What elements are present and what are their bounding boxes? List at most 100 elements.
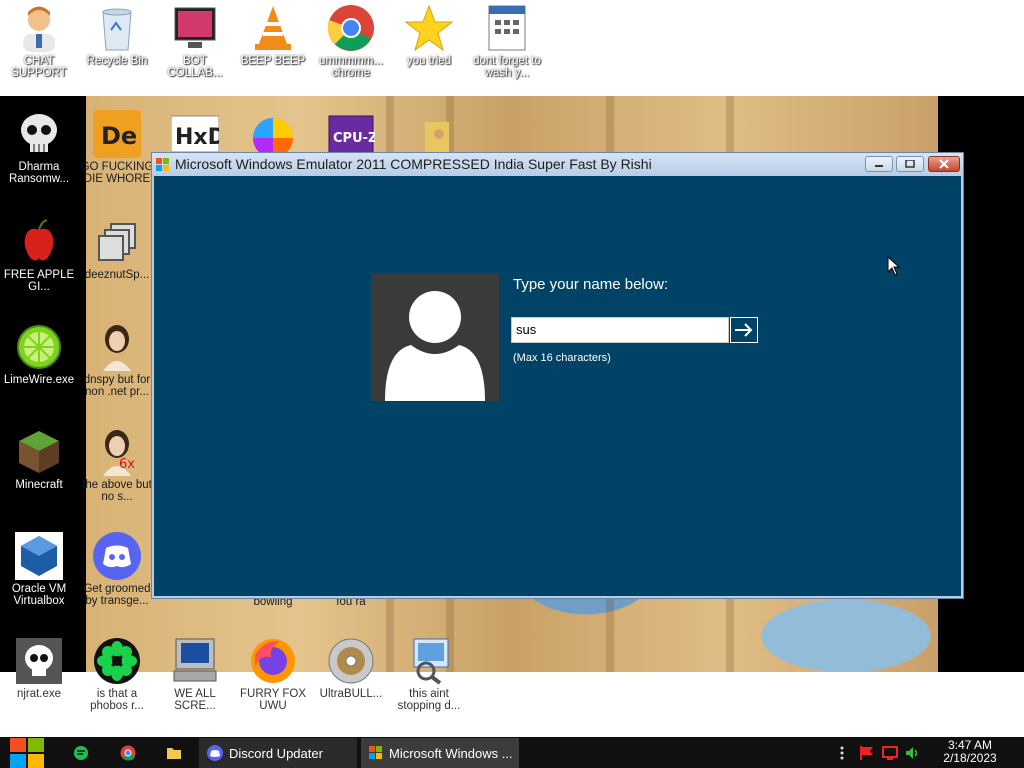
desktop-icon-chrome[interactable]: ummmmm... chrome	[312, 4, 390, 79]
desktop-icon-deeznut[interactable]: deeznutSp...	[78, 218, 156, 281]
app-window-icon	[369, 746, 382, 759]
desktop-icon-beep-beep[interactable]: BEEP BEEP	[234, 4, 312, 67]
desktop-icon-limewire[interactable]: LimeWire.exe	[0, 323, 78, 386]
desktop-icon-recycle-bin[interactable]: Recycle Bin	[78, 4, 156, 67]
desktop-icon-above[interactable]: 6x the above but no s...	[78, 428, 156, 503]
overflow-menu[interactable]	[836, 737, 848, 768]
green-chat-icon	[74, 745, 88, 760]
portrait-icon: 6x	[93, 428, 141, 476]
desktop-icon-discord[interactable]: Get groomed by transge...	[78, 532, 156, 607]
close-button[interactable]	[928, 156, 960, 172]
desktop-icon-free-apple[interactable]: FREE APPLE GI...	[0, 218, 78, 293]
minimize-icon	[875, 165, 883, 167]
desktop-icon-this-aint-stopping[interactable]: this aint stopping d...	[390, 637, 468, 712]
star-icon	[405, 4, 453, 52]
close-icon	[939, 159, 949, 169]
desktop-icon-njrat[interactable]: njrat.exe	[0, 637, 78, 700]
name-prompt: Type your name below:	[513, 276, 669, 293]
color-wheel-icon	[249, 110, 297, 158]
mouse-cursor-icon	[887, 255, 901, 280]
submit-button[interactable]	[730, 317, 758, 343]
icq-flower-icon	[93, 637, 141, 685]
minimize-button[interactable]	[865, 156, 893, 172]
vlc-cone-icon	[249, 4, 297, 52]
desktop-icon-cpuz[interactable]: CPU-Z	[312, 110, 390, 158]
svg-text:CPU-Z: CPU-Z	[333, 131, 375, 146]
grass-block-icon	[15, 428, 63, 476]
chrome-icon	[120, 745, 136, 761]
recycle-bin-icon	[93, 4, 141, 52]
emulator-window: Microsoft Windows Emulator 2011 COMPRESS…	[151, 152, 964, 599]
portrait-icon	[93, 323, 141, 371]
max-length-note: (Max 16 characters)	[513, 352, 611, 364]
folder-icon	[167, 747, 181, 759]
desktop-icon-folder-user[interactable]	[390, 110, 468, 158]
limewire-icon	[15, 323, 63, 371]
window-title: Microsoft Windows Emulator 2011 COMPRESS…	[175, 156, 652, 172]
desktop-icon-virtualbox[interactable]: Oracle VM Virtualbox	[0, 532, 78, 607]
svg-text:6x: 6x	[119, 457, 135, 472]
desktop-icon-dont-forget[interactable]: dont forget to wash y...	[468, 4, 546, 79]
svg-text:HxD: HxD	[175, 125, 219, 150]
de-app-icon: De	[93, 110, 141, 158]
virtualbox-icon	[15, 532, 63, 580]
user-avatar	[371, 273, 499, 401]
windows-stack-icon	[93, 218, 141, 266]
tray-flag[interactable]	[858, 737, 876, 768]
skull-icon	[15, 637, 63, 685]
name-field-container	[511, 317, 729, 343]
desktop-icon-ultrabull[interactable]: UltraBULL...	[312, 637, 390, 700]
support-person-icon	[15, 4, 63, 52]
desktop-icon-color-wheel[interactable]	[234, 110, 312, 158]
window-titlebar[interactable]: Microsoft Windows Emulator 2011 COMPRESS…	[152, 153, 963, 175]
desktop-icon-furry-fox[interactable]: FURRY FOX UWU	[234, 637, 312, 712]
taskbar-pinned-1[interactable]	[70, 737, 92, 768]
maximize-button[interactable]	[896, 156, 924, 172]
taskbar-app-emulator[interactable]: Microsoft Windows ...	[361, 738, 519, 768]
taskbar-clock[interactable]: 3:47 AM 2/18/2023	[930, 739, 1010, 765]
taskbar-app-discord-updater[interactable]: Discord Updater	[199, 738, 357, 768]
cpuz-icon: CPU-Z	[327, 110, 375, 158]
clock-date: 2/18/2023	[943, 751, 997, 765]
taskbar-explorer[interactable]	[163, 737, 185, 768]
monitor-icon	[171, 4, 219, 52]
discord-icon	[207, 745, 223, 761]
svg-text:De: De	[101, 122, 137, 150]
red-flag-icon	[860, 745, 873, 760]
windows-logo-icon	[10, 737, 44, 768]
hxd-icon: HxD	[171, 110, 219, 158]
document-icon	[483, 4, 531, 52]
app-window-icon	[156, 157, 170, 176]
start-button[interactable]	[8, 737, 46, 768]
desktop-icon-dharma[interactable]: Dharma Ransomw...	[0, 110, 78, 185]
desktop-icon-dnspy[interactable]: dnspy but for non .net pr...	[78, 323, 156, 398]
desktop-icon-phobos[interactable]: is that a phobos r...	[78, 637, 156, 712]
discord-icon	[93, 532, 141, 580]
maximize-icon	[905, 160, 915, 168]
tray-display[interactable]	[881, 737, 899, 768]
desktop-icon-minecraft[interactable]: Minecraft	[0, 428, 78, 491]
login-panel: Type your name below: (Max 16 characters…	[154, 176, 961, 596]
desktop-icon-we-all-scream[interactable]: WE ALL SCRE...	[156, 637, 234, 712]
network-computer-icon	[405, 637, 453, 685]
desktop-icon-bot-collab[interactable]: BOT COLLAB...	[156, 4, 234, 79]
chrome-icon	[327, 4, 375, 52]
desktop-icon-go-die[interactable]: De GO FUCKING DIE WHORE	[78, 110, 156, 185]
user-silhouette-icon	[385, 291, 485, 401]
more-vertical-icon	[840, 746, 844, 759]
volume-icon	[906, 746, 918, 759]
arrow-right-icon	[735, 323, 753, 337]
old-computer-icon	[171, 637, 219, 685]
firefox-icon	[249, 637, 297, 685]
desktop-icon-chat-support[interactable]: CHAT SUPPORT	[0, 4, 78, 79]
apple-icon	[15, 218, 63, 266]
name-input[interactable]	[512, 318, 720, 340]
tray-volume[interactable]	[904, 737, 922, 768]
desktop-icon-hxd[interactable]: HxD	[156, 110, 234, 158]
display-alert-icon	[882, 745, 898, 760]
disc-icon	[327, 637, 375, 685]
desktop-icon-you-tried[interactable]: you tried	[390, 4, 468, 67]
taskbar-chrome[interactable]	[117, 737, 139, 768]
skull-icon	[15, 110, 63, 158]
folder-user-icon	[405, 110, 453, 158]
